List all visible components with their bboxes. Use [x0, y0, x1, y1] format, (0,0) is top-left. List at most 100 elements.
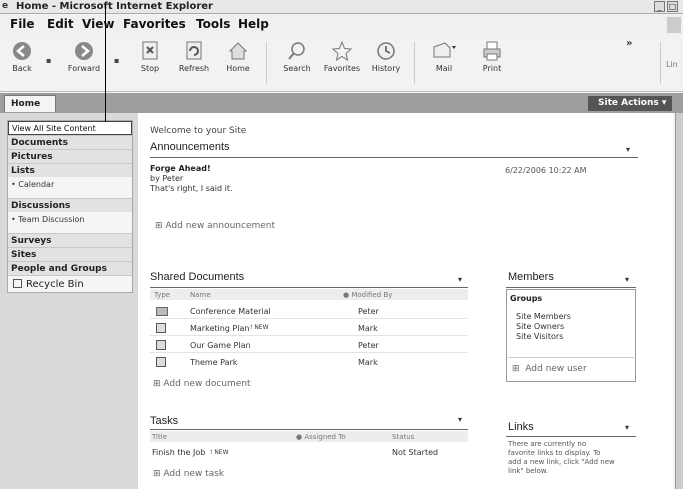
document-name[interactable]: Our Game Plan	[190, 341, 251, 350]
search-label: Search	[283, 64, 311, 73]
groups-heading: Groups	[510, 294, 543, 303]
minimize-button[interactable]: _	[654, 1, 665, 12]
document-modified-by[interactable]: Mark	[358, 358, 378, 367]
tab-home[interactable]: Home	[4, 95, 56, 112]
toolbar-separator	[414, 42, 415, 84]
row-divider	[150, 352, 468, 353]
forward-dropdown-icon[interactable]: ▪	[114, 56, 119, 65]
forward-arrow-icon	[75, 42, 93, 60]
column-status[interactable]: Status	[392, 433, 414, 441]
document-name[interactable]: Theme Park	[190, 358, 237, 367]
links-menu-icon[interactable]: ▾	[625, 423, 629, 432]
history-icon	[377, 42, 395, 60]
menu-edit[interactable]: Edit	[47, 17, 74, 31]
vertical-scrollbar[interactable]	[675, 113, 683, 489]
document-modified-by[interactable]: Peter	[358, 341, 379, 350]
nav-lists[interactable]: Lists	[8, 163, 132, 177]
links-underline	[506, 436, 636, 437]
task-title[interactable]: Finish the Job	[152, 448, 205, 457]
nav-sites[interactable]: Sites	[8, 247, 132, 261]
announcements-title[interactable]: Announcements	[150, 141, 230, 153]
tasks-menu-icon[interactable]: ▾	[458, 415, 462, 424]
links-empty-line-1: There are currently no	[508, 440, 587, 448]
group-site-visitors[interactable]: Site Visitors	[516, 332, 563, 341]
nav-documents[interactable]: Documents	[8, 135, 132, 149]
document-modified-by[interactable]: Peter	[358, 307, 379, 316]
menu-help[interactable]: Help	[238, 17, 269, 31]
nav-calendar[interactable]: • Calendar	[8, 177, 132, 193]
shared-documents-underline	[150, 287, 468, 288]
members-menu-icon[interactable]: ▾	[625, 275, 629, 284]
back-button[interactable]: Back	[0, 38, 44, 88]
members-title[interactable]: Members	[508, 271, 554, 283]
view-all-site-content-link[interactable]: View All Site Content	[8, 121, 132, 135]
announcement-body: That's right, I said it.	[150, 184, 233, 193]
search-button[interactable]: Search	[275, 38, 319, 88]
site-tab-bar: Home Site Actions ▾	[0, 93, 683, 113]
add-new-task-link[interactable]: ⊞ Add new task	[153, 469, 224, 479]
mail-label: Mail	[435, 64, 453, 73]
column-title[interactable]: Title	[152, 433, 167, 441]
favorites-button[interactable]: Favorites	[320, 38, 364, 88]
shared-documents-title[interactable]: Shared Documents	[150, 271, 244, 283]
add-icon: ⊞	[512, 364, 520, 374]
recycle-bin-label: Recycle Bin	[26, 279, 84, 290]
add-icon: ⊞	[153, 379, 161, 389]
window-title: Home - Microsoft Internet Explorer	[16, 1, 213, 12]
links-empty-line-2: favorite links to display. To	[508, 449, 601, 457]
windows-logo-icon	[667, 17, 681, 33]
history-label: History	[371, 64, 401, 73]
word-document-icon	[156, 323, 166, 333]
window-titlebar: e Home - Microsoft Internet Explorer _ □	[0, 0, 683, 14]
nav-discussions[interactable]: Discussions	[8, 198, 132, 212]
add-new-document-link[interactable]: ⊞ Add new document	[153, 379, 251, 389]
recycle-bin-link[interactable]: Recycle Bin	[8, 275, 132, 292]
nav-team-discussion[interactable]: • Team Discussion	[8, 212, 132, 228]
links-title[interactable]: Links	[508, 421, 534, 433]
task-status: Not Started	[392, 448, 439, 457]
group-site-members[interactable]: Site Members	[516, 312, 571, 321]
home-button[interactable]: Home	[216, 38, 260, 88]
announcement-title[interactable]: Forge Ahead!	[150, 164, 211, 173]
links-bar-label[interactable]: Lin	[666, 60, 678, 69]
nav-surveys[interactable]: Surveys	[8, 233, 132, 247]
maximize-button[interactable]: □	[667, 1, 678, 12]
shared-documents-menu-icon[interactable]: ▾	[458, 275, 462, 284]
tasks-title[interactable]: Tasks	[150, 415, 178, 427]
back-dropdown-icon[interactable]: ▪	[46, 56, 51, 65]
recycle-bin-icon	[13, 279, 22, 288]
column-name[interactable]: Name	[190, 291, 211, 299]
document-name[interactable]: Conference Material	[190, 307, 271, 316]
forward-button[interactable]: Forward	[62, 38, 106, 88]
menu-view[interactable]: View	[82, 17, 114, 31]
row-divider	[150, 335, 468, 336]
history-button[interactable]: History	[364, 38, 408, 88]
menu-favorites[interactable]: Favorites	[123, 17, 186, 31]
document-name[interactable]: Marketing Plan	[190, 324, 249, 333]
document-modified-by[interactable]: Mark	[358, 324, 378, 333]
nav-pictures[interactable]: Pictures	[8, 149, 132, 163]
site-actions-button[interactable]: Site Actions ▾	[588, 96, 672, 111]
toolbar-separator	[266, 42, 267, 84]
toolbar-overflow-button[interactable]: »	[626, 38, 632, 49]
add-new-announcement-link[interactable]: ⊞ Add new announcement	[155, 221, 275, 231]
print-button[interactable]: Print	[470, 38, 514, 88]
announcements-underline	[150, 157, 638, 158]
column-assigned-to[interactable]: ● Assigned To	[296, 433, 346, 441]
search-icon	[288, 42, 305, 60]
refresh-button[interactable]: Refresh	[172, 38, 216, 88]
mail-button[interactable]: Mail	[422, 38, 466, 88]
menu-file[interactable]: File	[10, 17, 35, 31]
add-new-user-link[interactable]: ⊞ Add new user	[512, 364, 587, 374]
word-document-icon	[156, 357, 166, 367]
stop-button[interactable]: Stop	[128, 38, 172, 88]
menu-tools[interactable]: Tools	[196, 17, 230, 31]
announcements-menu-icon[interactable]: ▾	[626, 145, 630, 154]
word-document-icon	[156, 340, 166, 350]
quick-launch: View All Site Content Documents Pictures…	[7, 120, 133, 293]
column-modified-by[interactable]: ● Modified By	[343, 291, 392, 299]
group-site-owners[interactable]: Site Owners	[516, 322, 564, 331]
nav-people-and-groups[interactable]: People and Groups	[8, 261, 132, 275]
refresh-icon	[186, 41, 202, 60]
column-type[interactable]: Type	[154, 291, 170, 299]
